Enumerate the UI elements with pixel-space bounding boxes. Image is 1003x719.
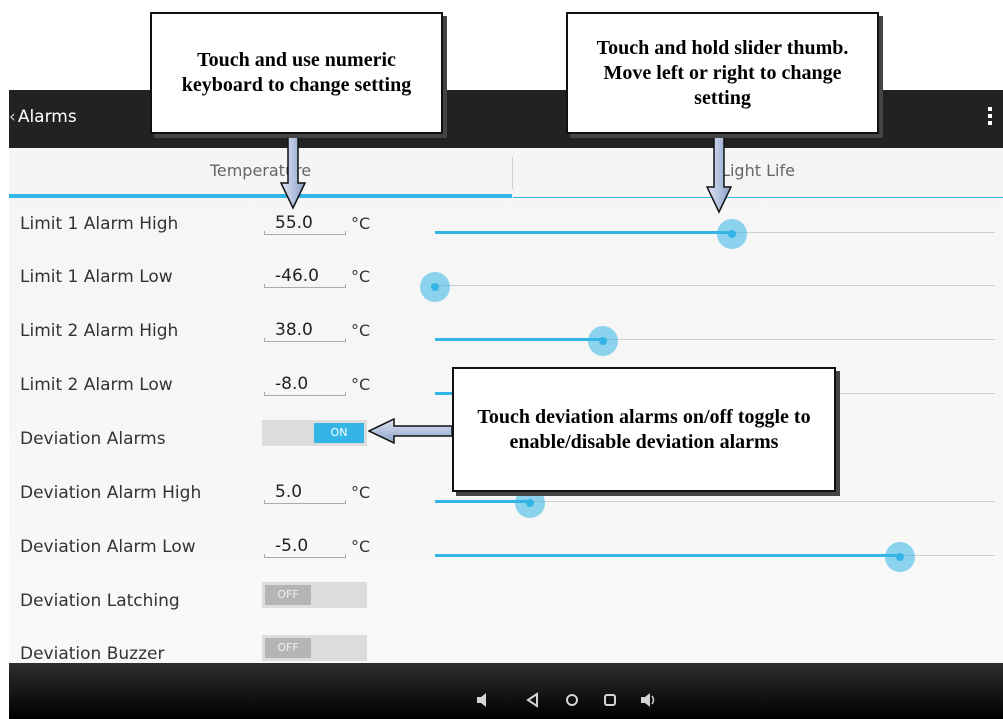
slider-fill [435,338,603,341]
setting-label: Limit 2 Alarm High [20,321,179,341]
setting-label: Limit 1 Alarm Low [20,267,173,287]
slider-thumb[interactable] [515,488,545,518]
setting-label: Limit 2 Alarm Low [20,375,173,395]
tab-temperature[interactable]: Temperature [9,148,512,198]
overflow-menu-icon[interactable] [985,104,995,134]
setting-label: Limit 1 Alarm High [20,214,179,234]
deviation-high-slider[interactable] [435,488,995,518]
volume-up-icon[interactable] [637,691,659,713]
input-value: -5.0 [275,536,309,556]
limit2-high-slider[interactable] [435,326,995,356]
deviation-buzzer-toggle[interactable]: OFF [262,635,367,661]
setting-label: Deviation Alarm Low [20,537,196,557]
toggle-state: OFF [265,638,311,658]
volume-down-icon[interactable] [473,691,495,713]
row-limit1-low: Limit 1 Alarm Low -46.0 °C [9,250,1003,304]
numeric-keyboard-callout: Touch and use numeric keyboard to change… [150,12,443,134]
deviation-low-slider[interactable] [435,542,995,572]
deviation-latching-toggle[interactable]: OFF [262,582,367,608]
setting-label: Deviation Alarms [20,429,166,449]
tab-light-life[interactable]: Light Life [513,148,1003,198]
home-icon[interactable] [561,691,583,713]
unit-label: °C [351,267,371,286]
input-value: 38.0 [275,320,313,340]
slider-callout: Touch and hold slider thumb. Move left o… [566,12,879,134]
input-value: -8.0 [275,374,309,394]
system-nav-bar [9,663,1003,719]
row-deviation-latching: Deviation Latching OFF [9,574,1003,628]
setting-label: Deviation Alarm High [20,483,202,503]
tab-bar: Temperature Light Life [9,148,1003,198]
slider-thumb[interactable] [717,219,747,249]
unit-label: °C [351,537,371,556]
numeric-callout-arrow [280,128,306,210]
screen-title: Alarms [17,107,77,127]
slider-callout-arrow [706,134,732,214]
input-value: 5.0 [275,482,303,502]
deviation-toggle-callout: Touch deviation alarms on/off toggle to … [452,367,836,492]
toggle-state: OFF [265,585,311,605]
limit1-low-slider[interactable] [420,272,995,302]
limit2-high-input[interactable]: 38.0 [264,312,346,342]
deviation-callout-arrow [368,418,452,444]
unit-label: °C [351,214,371,233]
deviation-low-input[interactable]: -5.0 [264,528,346,558]
setting-label: Deviation Buzzer [20,644,165,664]
slider-thumb[interactable] [588,326,618,356]
setting-label: Deviation Latching [20,591,180,611]
slider-thumb[interactable] [420,272,450,302]
row-limit2-high: Limit 2 Alarm High 38.0 °C [9,304,1003,358]
slider-fill [435,231,732,234]
toggle-state: ON [314,423,364,443]
deviation-high-input[interactable]: 5.0 [264,474,346,504]
input-value: -46.0 [275,266,319,286]
row-limit1-high: Limit 1 Alarm High 55.0 °C [9,197,1003,251]
row-deviation-low: Deviation Alarm Low -5.0 °C [9,520,1003,574]
limit1-low-input[interactable]: -46.0 [264,258,346,288]
back-button[interactable]: ‹ Alarms [9,107,77,127]
slider-thumb[interactable] [885,542,915,572]
unit-label: °C [351,321,371,340]
deviation-alarms-toggle[interactable]: ON [262,420,367,446]
limit2-low-input[interactable]: -8.0 [264,366,346,396]
back-icon[interactable] [522,691,544,713]
input-value: 55.0 [275,213,313,233]
chevron-left-icon: ‹ [9,107,16,127]
unit-label: °C [351,375,371,394]
slider-fill [435,554,900,557]
limit1-high-slider[interactable] [435,219,995,249]
unit-label: °C [351,483,371,502]
recents-icon[interactable] [599,691,621,713]
